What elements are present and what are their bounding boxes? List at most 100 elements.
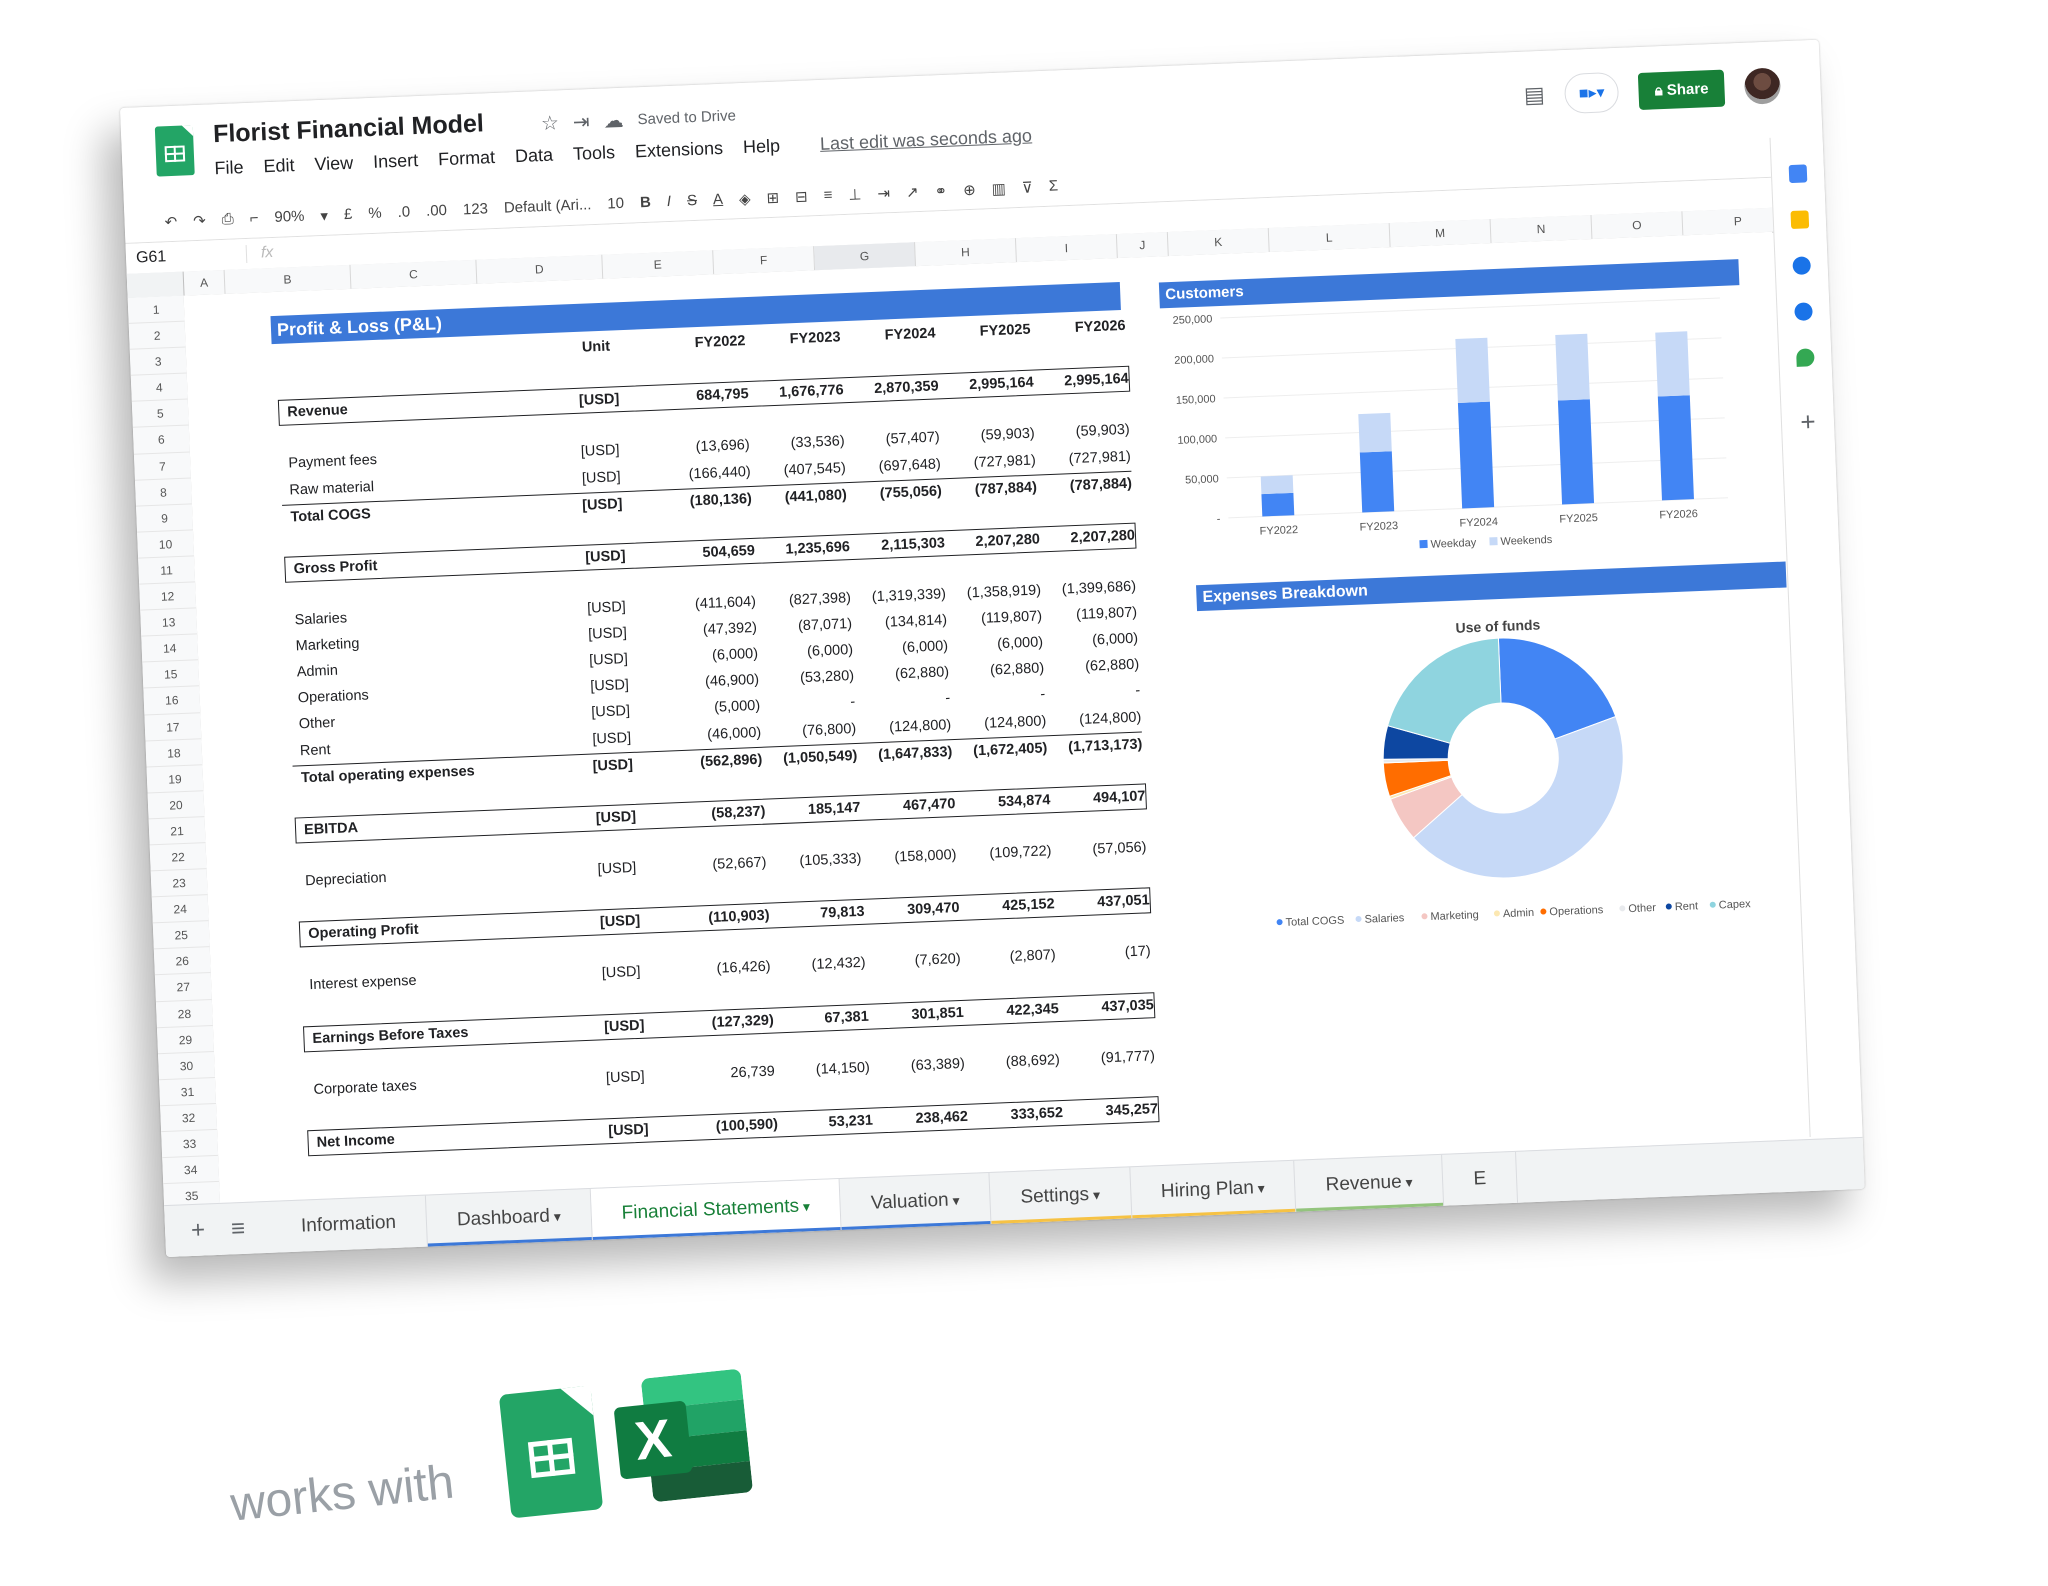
row-header[interactable]: 11 (138, 556, 196, 585)
row-header[interactable]: 21 (148, 817, 206, 846)
print-icon[interactable]: ⎙ (221, 211, 234, 228)
currency-format-button[interactable]: £ (344, 206, 353, 223)
sheet-tab[interactable]: Settings ▾ (989, 1167, 1133, 1225)
sheet-tab[interactable]: Hiring Plan ▾ (1129, 1160, 1297, 1220)
sheet-tab[interactable]: Information (270, 1195, 429, 1254)
more-formats-button[interactable]: 123 (463, 200, 489, 218)
all-sheets-icon[interactable]: ≡ (231, 1215, 246, 1244)
row-header[interactable]: 23 (150, 869, 208, 898)
menu-insert[interactable]: Insert (373, 150, 419, 173)
row-header[interactable]: 25 (152, 921, 210, 950)
filter-icon[interactable]: ⊽ (1021, 178, 1033, 196)
add-addon-icon[interactable]: + (1781, 405, 1834, 438)
row-header[interactable]: 17 (144, 712, 202, 742)
strikethrough-button[interactable]: S (687, 192, 698, 209)
star-icon[interactable]: ☆ (540, 110, 560, 136)
select-all-corner[interactable] (126, 271, 185, 298)
font-select[interactable]: Default (Ari... (504, 196, 592, 216)
row-header[interactable]: 2 (128, 321, 186, 350)
redo-icon[interactable]: ↷ (193, 211, 206, 229)
fill-color-icon[interactable]: ◈ (739, 189, 751, 207)
column-header-j[interactable]: J (1116, 232, 1169, 259)
row-header[interactable]: 12 (139, 582, 197, 611)
borders-icon[interactable]: ⊞ (766, 188, 779, 206)
percent-format-button[interactable]: % (368, 205, 382, 223)
use-of-funds-donut-chart[interactable]: Use of funds Total COGS Salaries Marketing A… (1197, 592, 1800, 945)
name-box[interactable]: G61 (125, 245, 248, 268)
sheet-grid[interactable]: Profit & Loss (P&L) Unit FY2022 FY2023 FY20… (183, 231, 1811, 1235)
chevron-down-icon[interactable]: ▾ (1254, 1180, 1265, 1196)
bar-weekends-fy2024[interactable] (1455, 337, 1490, 403)
bar-weekday-fy2024[interactable] (1457, 401, 1495, 509)
row-header[interactable]: 18 (145, 738, 203, 768)
column-header-o[interactable]: O (1591, 211, 1684, 240)
share-button[interactable]: 🔒︎ Share (1637, 69, 1726, 110)
menu-extensions[interactable]: Extensions (635, 138, 724, 163)
insert-comment-icon[interactable]: ⊕ (963, 180, 976, 198)
bar-weekday-fy2025[interactable] (1557, 399, 1595, 505)
maps-icon[interactable] (1796, 348, 1815, 367)
vertical-align-icon[interactable]: ⊥ (848, 185, 862, 204)
bold-button[interactable]: B (640, 194, 652, 211)
chevron-down-icon[interactable]: ▾ (948, 1192, 960, 1208)
chevron-down-icon[interactable]: ▾ (1401, 1174, 1413, 1190)
chevron-down-icon[interactable]: ▾ (799, 1198, 811, 1214)
paint-format-icon[interactable]: ⌐ (249, 210, 258, 227)
row-header[interactable]: 8 (134, 478, 192, 507)
align-icon[interactable]: ≡ (823, 186, 832, 203)
row-header[interactable]: 16 (143, 686, 201, 716)
decrease-decimal-button[interactable]: .0 (397, 203, 410, 220)
row-header[interactable]: 30 (157, 1051, 215, 1081)
insert-link-icon[interactable]: ⚭ (934, 181, 947, 199)
row-header[interactable]: 14 (141, 634, 199, 663)
menu-data[interactable]: Data (515, 145, 554, 168)
bar-weekends-fy2026[interactable] (1655, 331, 1690, 397)
row-header[interactable]: 31 (159, 1077, 217, 1107)
zoom-select[interactable]: 90% (274, 208, 305, 226)
row-header[interactable]: 19 (146, 764, 204, 794)
functions-icon[interactable]: Σ (1048, 177, 1058, 194)
text-color-button[interactable]: A (713, 191, 724, 208)
bar-weekday-fy2022[interactable] (1261, 492, 1295, 517)
bar-weekday-fy2026[interactable] (1657, 395, 1694, 501)
keep-icon[interactable] (1790, 210, 1810, 230)
menu-tools[interactable]: Tools (573, 142, 616, 165)
row-header[interactable]: 1 (127, 295, 185, 324)
column-header-a[interactable]: A (183, 269, 226, 296)
merge-cells-icon[interactable]: ⊟ (795, 187, 808, 205)
sheet-tab[interactable]: Revenue ▾ (1294, 1154, 1445, 1213)
row-header[interactable]: 7 (133, 452, 191, 481)
row-header[interactable]: 34 (162, 1155, 220, 1185)
menu-file[interactable]: File (214, 157, 244, 179)
chevron-down-icon[interactable]: ▾ (320, 206, 328, 224)
row-header[interactable]: 28 (155, 999, 213, 1028)
text-wrap-icon[interactable]: ⇥ (877, 184, 890, 202)
last-edit-link[interactable]: Last edit was seconds ago (820, 125, 1033, 154)
text-rotate-icon[interactable]: ↗ (906, 183, 919, 201)
calendar-icon[interactable] (1788, 164, 1808, 184)
row-header[interactable]: 33 (161, 1129, 219, 1159)
comment-history-icon[interactable]: ▤ (1523, 82, 1545, 109)
tasks-icon[interactable] (1792, 256, 1812, 275)
row-header[interactable]: 4 (130, 373, 188, 403)
row-header[interactable]: 10 (137, 530, 195, 559)
row-header[interactable]: 26 (153, 947, 211, 976)
user-avatar[interactable] (1743, 67, 1782, 105)
row-header[interactable]: 6 (132, 425, 190, 455)
menu-format[interactable]: Format (438, 147, 496, 170)
increase-decimal-button[interactable]: .00 (426, 202, 448, 220)
sheet-tab[interactable]: E (1442, 1151, 1519, 1207)
undo-icon[interactable]: ↶ (164, 212, 177, 230)
add-sheet-icon[interactable]: + (191, 1216, 206, 1245)
insert-chart-icon[interactable]: ▥ (991, 179, 1006, 198)
menu-help[interactable]: Help (743, 136, 781, 158)
row-header[interactable]: 24 (151, 895, 209, 924)
bar-weekends-fy2023[interactable] (1358, 412, 1392, 453)
row-header[interactable]: 20 (147, 790, 205, 820)
row-header[interactable]: 9 (136, 504, 194, 533)
sheet-tab[interactable]: Valuation ▾ (839, 1172, 992, 1231)
sheet-tab[interactable]: Financial Statements ▾ (590, 1178, 842, 1241)
google-sheets-logo-icon[interactable] (154, 125, 195, 177)
row-header[interactable]: 29 (156, 1025, 214, 1054)
chevron-down-icon[interactable]: ▾ (1089, 1187, 1101, 1203)
